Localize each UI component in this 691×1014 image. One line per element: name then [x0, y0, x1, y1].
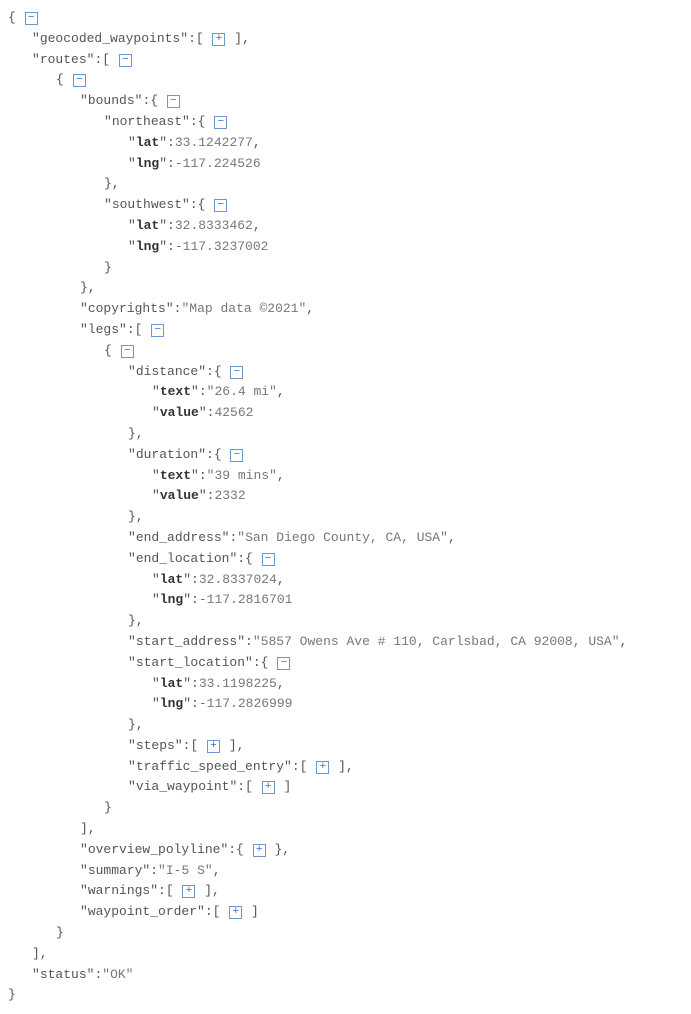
json-line: { — [8, 8, 683, 29]
json-line: } — [8, 798, 683, 819]
collapse-icon[interactable] — [262, 553, 275, 566]
collapse-icon[interactable] — [214, 116, 227, 129]
json-line: } — [8, 923, 683, 944]
collapse-icon[interactable] — [230, 366, 243, 379]
json-line: ], — [8, 819, 683, 840]
json-line: "lat":32.8333462, — [8, 216, 683, 237]
json-line: "southwest":{ — [8, 195, 683, 216]
expand-icon[interactable] — [253, 844, 266, 857]
json-line: "lat":33.1198225, — [8, 674, 683, 695]
json-line: "warnings":[ ], — [8, 881, 683, 902]
collapse-icon[interactable] — [73, 74, 86, 87]
json-line: "start_location":{ — [8, 653, 683, 674]
json-line: }, — [8, 715, 683, 736]
json-line: "geocoded_waypoints":[ ], — [8, 29, 683, 50]
json-line: "northeast":{ — [8, 112, 683, 133]
json-line: "value":42562 — [8, 403, 683, 424]
json-line: "waypoint_order":[ ] — [8, 902, 683, 923]
expand-icon[interactable] — [207, 740, 220, 753]
json-line: "status":"OK" — [8, 965, 683, 986]
json-line: "traffic_speed_entry":[ ], — [8, 757, 683, 778]
json-line: "steps":[ ], — [8, 736, 683, 757]
collapse-icon[interactable] — [25, 12, 38, 25]
json-line: "duration":{ — [8, 445, 683, 466]
json-line: "lat":32.8337024, — [8, 570, 683, 591]
json-line: "text":"39 mins", — [8, 466, 683, 487]
expand-icon[interactable] — [262, 781, 275, 794]
json-line: "lng":-117.3237002 — [8, 237, 683, 258]
json-line: "end_location":{ — [8, 549, 683, 570]
json-line: "lng":-117.2826999 — [8, 694, 683, 715]
json-line: "text":"26.4 mi", — [8, 382, 683, 403]
json-line: "distance":{ — [8, 362, 683, 383]
collapse-icon[interactable] — [121, 345, 134, 358]
json-line: "lng":-117.2816701 — [8, 590, 683, 611]
json-line: "summary":"I-5 S", — [8, 861, 683, 882]
json-line: "bounds":{ — [8, 91, 683, 112]
json-line: "via_waypoint":[ ] — [8, 777, 683, 798]
json-line: "end_address":"San Diego County, CA, USA… — [8, 528, 683, 549]
expand-icon[interactable] — [212, 33, 225, 46]
json-line: } — [8, 258, 683, 279]
json-line: }, — [8, 174, 683, 195]
expand-icon[interactable] — [229, 906, 242, 919]
json-line: "overview_polyline":{ }, — [8, 840, 683, 861]
json-line: "legs":[ — [8, 320, 683, 341]
collapse-icon[interactable] — [167, 95, 180, 108]
json-line: }, — [8, 611, 683, 632]
json-line: "routes":[ — [8, 50, 683, 71]
json-line: }, — [8, 278, 683, 299]
collapse-icon[interactable] — [151, 324, 164, 337]
collapse-icon[interactable] — [277, 657, 290, 670]
json-line: { — [8, 341, 683, 362]
json-line: { — [8, 70, 683, 91]
json-line: ], — [8, 944, 683, 965]
json-line: "value":2332 — [8, 486, 683, 507]
json-line: }, — [8, 507, 683, 528]
json-line: }, — [8, 424, 683, 445]
collapse-icon[interactable] — [214, 199, 227, 212]
json-line: "copyrights":"Map data ©2021", — [8, 299, 683, 320]
json-line: "lat":33.1242277, — [8, 133, 683, 154]
collapse-icon[interactable] — [119, 54, 132, 67]
json-line: "start_address":"5857 Owens Ave # 110, C… — [8, 632, 683, 653]
expand-icon[interactable] — [182, 885, 195, 898]
json-line: "lng":-117.224526 — [8, 154, 683, 175]
json-line: } — [8, 985, 683, 1006]
expand-icon[interactable] — [316, 761, 329, 774]
collapse-icon[interactable] — [230, 449, 243, 462]
